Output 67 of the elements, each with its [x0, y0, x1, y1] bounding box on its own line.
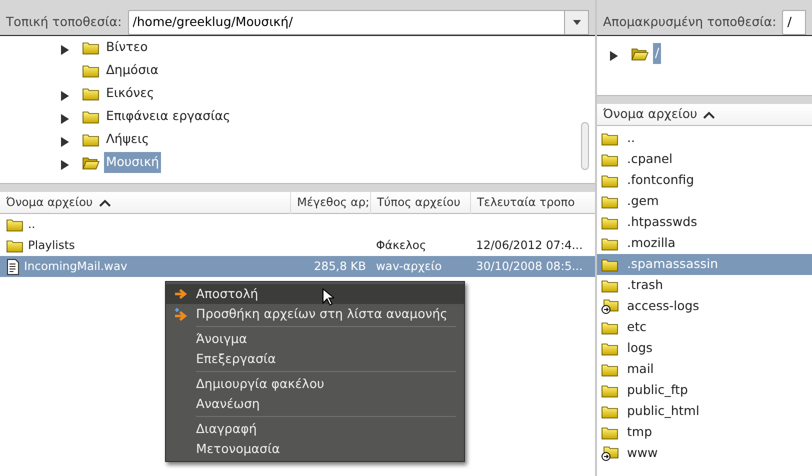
table-cell-text: Playlists	[28, 236, 75, 254]
menu-item[interactable]: Ανανέωση	[166, 394, 464, 414]
location-field[interactable]: /home/greeklug/Μουσική/	[128, 10, 565, 35]
table-cell-text: ..	[28, 216, 36, 233]
menu-item[interactable]: Διαγραφή	[166, 419, 464, 439]
column-title: Όνομα αρχείου	[6, 194, 93, 211]
table-cell: Φάκελος	[376, 238, 426, 252]
menu-item[interactable]: Αποστολή	[166, 284, 464, 304]
file-row[interactable]: .fontconfig	[597, 170, 812, 191]
table-cell-text: public_ftp	[627, 381, 688, 400]
table-cell: 12/06/2012 07:4...	[476, 238, 583, 252]
file-row[interactable]: access-logs	[597, 296, 812, 317]
table-cell-text: .gem	[627, 192, 659, 210]
file-row[interactable]: public_ftp	[597, 380, 812, 401]
column-title: Όνομα αρχείου	[603, 105, 698, 124]
table-cell-text: .htpasswds	[627, 213, 698, 232]
tree-item[interactable]: Δημόσια	[104, 60, 160, 81]
menu-item[interactable]: Επεξεργασία	[166, 349, 464, 369]
table-cell-text: tmp	[627, 423, 652, 442]
location-field[interactable]: /	[782, 10, 806, 35]
table-cell: 30/10/2008 08:5...	[476, 258, 583, 273]
table-cell-text: ..	[627, 129, 635, 148]
location-label: Απομακρυσμένη τοποθεσία:	[603, 13, 776, 32]
table-cell-text: IncomingMail.wav	[24, 258, 128, 275]
tree-item[interactable]: Βίντεο	[104, 37, 150, 58]
table-cell-text: .fontconfig	[627, 171, 694, 190]
table-cell-text: access-logs	[627, 297, 700, 316]
file-row[interactable]: .htpasswds	[597, 212, 812, 233]
column-header[interactable]: Τελευταία τροπο	[470, 192, 595, 214]
file-row[interactable]: ..	[597, 128, 812, 149]
file-row[interactable]: mail	[597, 359, 812, 380]
file-row[interactable]: .gem	[597, 191, 812, 212]
file-row[interactable]: ..	[0, 214, 595, 235]
menu-item[interactable]: Δημιουργία φακέλου	[166, 374, 464, 394]
file-row[interactable]: etc	[597, 317, 812, 338]
table-cell-text: etc	[627, 318, 646, 336]
column-title: Τελευταία τροπο	[477, 194, 575, 211]
table-cell-text: .mozilla	[627, 234, 676, 252]
file-row[interactable]: Playlists Φάκελος 12/06/2012 07:4...	[0, 235, 595, 256]
file-row[interactable]: logs	[597, 338, 812, 359]
table-cell-text: .spamassassin	[627, 255, 718, 274]
file-row[interactable]: tmp	[597, 422, 812, 443]
column-header[interactable]: Όνομα αρχείου	[0, 192, 290, 214]
menu-item[interactable]: Μετονομασία	[166, 439, 464, 459]
menu-item[interactable]: Προσθήκη αρχείων στη λίστα αναμονής	[166, 304, 464, 324]
table-cell-text: mail	[627, 360, 654, 378]
table-cell-text: public_html	[627, 402, 700, 420]
tree-item[interactable]: Επιφάνεια εργασίας	[104, 106, 232, 127]
column-header[interactable]: Μέγεθος αρ;	[290, 192, 370, 214]
file-row[interactable]: www	[597, 443, 812, 464]
file-row[interactable]: .mozilla	[597, 233, 812, 254]
file-row[interactable]: .trash	[597, 275, 812, 296]
table-cell-text: www	[627, 444, 658, 462]
table-cell-text: .trash	[627, 276, 664, 294]
column-title: Μέγεθος αρ;	[297, 194, 370, 211]
menu-item[interactable]: Άνοιγμα	[166, 329, 464, 349]
table-cell: wav-αρχείο	[376, 258, 442, 273]
location-label: Τοπική τοποθεσία:	[6, 13, 122, 32]
column-header[interactable]: Τύπος αρχείου	[370, 192, 470, 214]
column-title: Τύπος αρχείου	[377, 194, 460, 211]
file-row[interactable]: .cpanel	[597, 149, 812, 170]
table-cell-text: .cpanel	[627, 150, 673, 168]
tree-item[interactable]: Λήψεις	[104, 129, 152, 150]
table-cell: 285,8 KB	[314, 258, 366, 273]
file-row[interactable]: public_html	[597, 401, 812, 422]
table-cell-text: logs	[627, 339, 653, 358]
tree-item[interactable]: Εικόνες	[104, 83, 156, 104]
